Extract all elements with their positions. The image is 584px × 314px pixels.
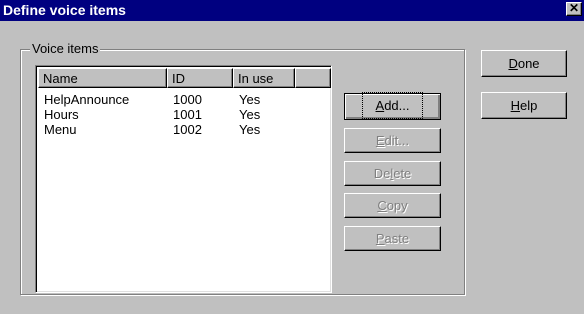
item-id: 1000 bbox=[173, 92, 202, 107]
list-item[interactable]: Menu 1002 Yes bbox=[38, 122, 329, 137]
item-in-use: Yes bbox=[239, 92, 261, 107]
group-label: Voice items bbox=[30, 41, 101, 56]
column-header-label: In use bbox=[238, 71, 274, 86]
item-name: Hours bbox=[44, 107, 79, 122]
list-item[interactable]: HelpAnnounce 1000 Yes bbox=[38, 92, 329, 107]
close-icon: ✕ bbox=[568, 1, 580, 15]
voice-items-list[interactable]: Name ID In use HelpAnnounce 1000 Yes Hou… bbox=[35, 65, 332, 293]
list-item[interactable]: Hours 1001 Yes bbox=[38, 107, 329, 122]
item-name: Menu bbox=[44, 122, 77, 137]
delete-button[interactable]: Delete bbox=[344, 161, 441, 186]
item-name: HelpAnnounce bbox=[44, 92, 130, 107]
column-header-name[interactable]: Name bbox=[38, 68, 167, 88]
column-header-label: Name bbox=[43, 71, 78, 86]
help-button[interactable]: Help bbox=[481, 92, 567, 119]
list-header: Name ID In use bbox=[38, 68, 331, 88]
title-bar: Define voice items ✕ bbox=[0, 0, 584, 21]
paste-button[interactable]: Paste bbox=[344, 226, 441, 251]
add-button[interactable]: Add... bbox=[344, 92, 441, 120]
close-button[interactable]: ✕ bbox=[566, 2, 582, 16]
help-button-label: Help bbox=[510, 98, 538, 113]
item-in-use: Yes bbox=[239, 122, 261, 137]
edit-button-label: Edit... bbox=[375, 133, 410, 148]
done-button[interactable]: Done bbox=[481, 50, 567, 77]
column-header-filler bbox=[295, 68, 331, 88]
add-button-label: Add... bbox=[361, 92, 424, 119]
copy-button[interactable]: Copy bbox=[344, 193, 441, 218]
item-in-use: Yes bbox=[239, 107, 261, 122]
item-id: 1001 bbox=[173, 107, 202, 122]
copy-button-label: Copy bbox=[377, 198, 408, 213]
paste-button-label: Paste bbox=[375, 231, 410, 246]
edit-button[interactable]: Edit... bbox=[344, 128, 441, 153]
column-header-in-use[interactable]: In use bbox=[233, 68, 295, 88]
column-header-id[interactable]: ID bbox=[167, 68, 233, 88]
done-button-label: Done bbox=[508, 56, 540, 71]
item-id: 1002 bbox=[173, 122, 202, 137]
delete-button-label: Delete bbox=[373, 166, 412, 181]
column-header-label: ID bbox=[172, 71, 185, 86]
window-title: Define voice items bbox=[3, 2, 126, 18]
